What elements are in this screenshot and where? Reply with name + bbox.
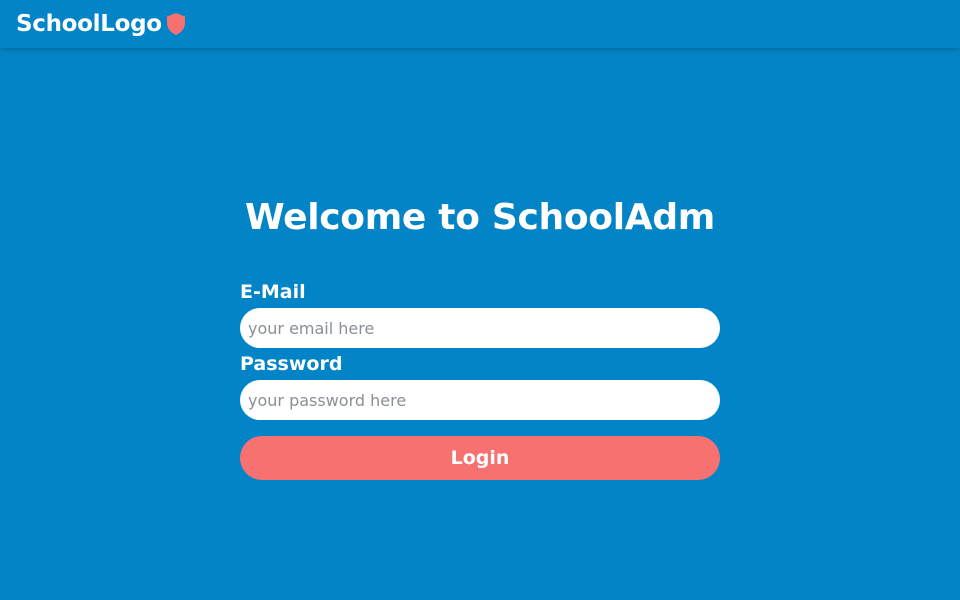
page-title: Welcome to SchoolAdm xyxy=(244,197,716,238)
email-field[interactable] xyxy=(240,308,720,348)
school-logo-link[interactable]: SchoolLogo xyxy=(16,9,187,39)
password-field[interactable] xyxy=(240,380,720,420)
logo-text: SchoolLogo xyxy=(16,11,162,37)
shield-icon xyxy=(165,12,187,36)
main-content: Welcome to SchoolAdm E-Mail Password Log… xyxy=(0,48,960,600)
top-navigation-bar: SchoolLogo xyxy=(0,0,960,48)
password-label: Password xyxy=(240,353,343,375)
email-label: E-Mail xyxy=(240,281,306,303)
login-button[interactable]: Login xyxy=(240,436,720,480)
login-form: E-Mail Password Login xyxy=(240,280,720,480)
